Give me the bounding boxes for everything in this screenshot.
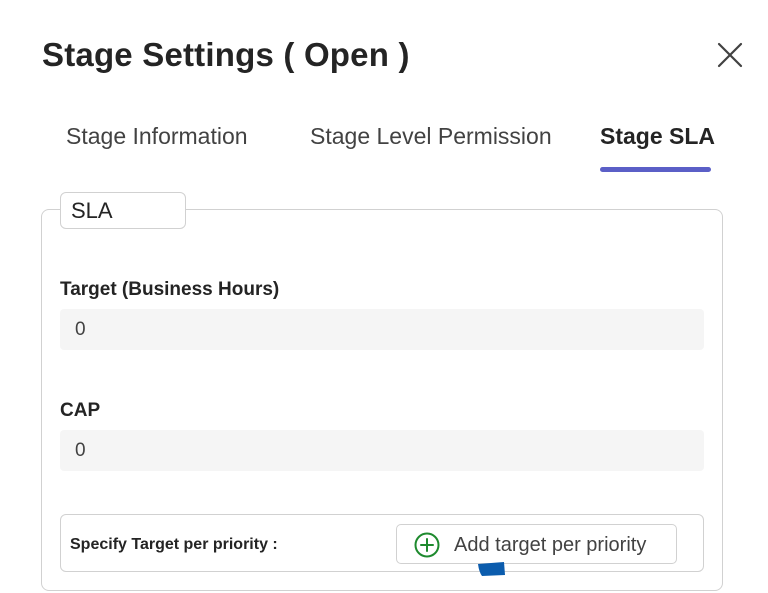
target-business-hours-input[interactable] xyxy=(60,309,704,350)
target-business-hours-label: Target (Business Hours) xyxy=(60,279,280,300)
tab-stage-level-permission[interactable]: Stage Level Permission xyxy=(310,112,552,172)
stage-settings-dialog: Stage Settings ( Open ) Stage Informatio… xyxy=(0,0,768,593)
priority-target-label: Specify Target per priority : xyxy=(70,536,278,553)
cursor-highlight-mark xyxy=(478,562,505,576)
close-button[interactable] xyxy=(712,37,748,73)
active-tab-indicator xyxy=(600,167,711,172)
add-target-per-priority-label: Add target per priority xyxy=(454,534,647,556)
cap-input[interactable] xyxy=(60,430,704,471)
tab-list: Stage Information Stage Level Permission… xyxy=(0,112,768,176)
cap-label: CAP xyxy=(60,400,101,421)
tab-stage-information[interactable]: Stage Information xyxy=(66,112,248,172)
tab-stage-sla[interactable]: Stage SLA xyxy=(600,112,715,172)
dialog-title: Stage Settings ( Open ) xyxy=(42,36,410,73)
plus-circle-icon xyxy=(414,532,440,558)
sla-section-legend: SLA xyxy=(60,192,186,229)
add-target-per-priority-button[interactable]: Add target per priority xyxy=(396,524,677,564)
close-icon xyxy=(717,42,743,68)
